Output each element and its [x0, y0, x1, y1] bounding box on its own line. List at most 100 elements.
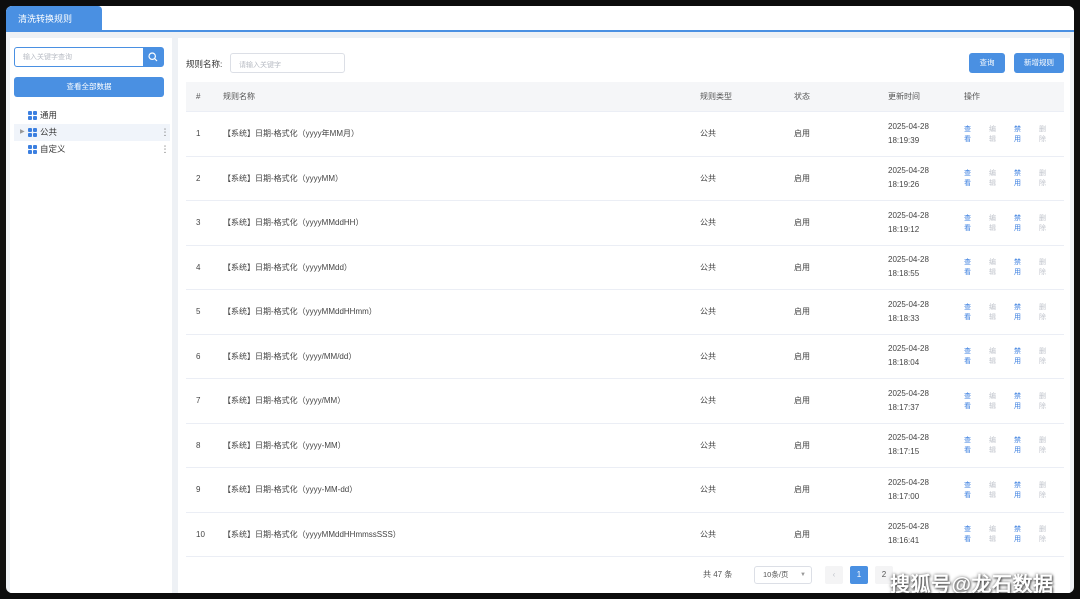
disable-link[interactable]: 禁用	[1014, 480, 1027, 500]
view-link[interactable]: 查看	[964, 302, 977, 322]
rule-name-cell: 【系统】日期-格式化（yyyyMMdd）	[223, 262, 352, 272]
page-button-1[interactable]: 1	[850, 566, 868, 584]
prev-page-button[interactable]: ‹	[825, 566, 843, 584]
update-time-cell: 2025-04-28 18:17:00	[888, 468, 968, 512]
view-link[interactable]: 查看	[964, 257, 977, 277]
disable-link[interactable]: 禁用	[1014, 391, 1027, 411]
status-cell: 启用	[794, 440, 810, 450]
delete-link: 删除	[1039, 392, 1046, 410]
search-icon	[148, 52, 158, 62]
rule-name-cell: 【系统】日期-格式化（yyyyMMddHHmm）	[223, 307, 377, 317]
header-actions: 操作	[964, 92, 980, 101]
page-size-value: 10条/页	[763, 570, 789, 579]
rule-name-cell: 【系统】日期-格式化（yyyyMM）	[223, 173, 343, 183]
update-clock: 18:18:33	[888, 313, 920, 323]
update-clock: 18:17:37	[888, 402, 920, 412]
rule-type-cell: 公共	[700, 396, 716, 406]
disable-link[interactable]: 禁用	[1014, 124, 1027, 144]
disable-link[interactable]: 禁用	[1014, 168, 1027, 188]
header-status: 状态	[794, 92, 810, 101]
chevron-down-icon: ▼	[800, 572, 806, 578]
tab-clean-transform-rules[interactable]: 清洗转换规则	[6, 6, 102, 32]
main-panel: 规则名称: 查询 新增规则 # 规则名称 规则类型 状态 更新时间 操作 1 【系…	[178, 38, 1070, 593]
more-vertical-icon[interactable]: ⋮	[160, 124, 170, 141]
row-index: 1	[196, 129, 201, 139]
update-date: 2025-04-28	[888, 433, 929, 443]
update-time-cell: 2025-04-28 18:19:39	[888, 112, 968, 156]
row-actions: 查看 编辑 禁用 删除	[964, 513, 1064, 557]
grid-icon	[28, 145, 37, 154]
tab-bar: 清洗转换规则	[6, 6, 1074, 32]
rule-type-cell: 公共	[700, 218, 716, 228]
sidebar-search	[14, 47, 164, 67]
view-link[interactable]: 查看	[964, 524, 977, 544]
rule-type-cell: 公共	[700, 529, 716, 539]
table-row: 2 【系统】日期-格式化（yyyyMM） 公共 启用 2025-04-28 18:19:2…	[186, 157, 1064, 201]
caret-right-icon[interactable]: ▶	[20, 124, 25, 141]
more-vertical-icon[interactable]: ⋮	[160, 141, 170, 158]
table-row: 1 【系统】日期-格式化（yyyy年MM月） 公共 启用 2025-04-28 18:19…	[186, 112, 1064, 157]
tree-item[interactable]: 通用	[14, 107, 170, 124]
total-count: 共 47 条	[703, 570, 733, 579]
update-time-cell: 2025-04-28 18:17:37	[888, 379, 968, 423]
table-row: 8 【系统】日期-格式化（yyyy-MM） 公共 启用 2025-04-28 18:17:…	[186, 424, 1064, 468]
delete-link: 删除	[1039, 303, 1046, 321]
update-date: 2025-04-28	[888, 477, 929, 487]
status-cell: 启用	[794, 218, 810, 228]
view-link[interactable]: 查看	[964, 346, 977, 366]
row-actions: 查看 编辑 禁用 删除	[964, 335, 1064, 379]
rule-name-cell: 【系统】日期-格式化（yyyy-MM-dd）	[223, 485, 358, 495]
update-time-cell: 2025-04-28 18:19:26	[888, 157, 968, 201]
row-index: 7	[196, 396, 201, 406]
rule-type-cell: 公共	[700, 307, 716, 317]
header-rule-type: 规则类型	[700, 92, 732, 101]
category-tree: 通用 ▶ 公共 ⋮ 自定义 ⋮	[14, 107, 170, 158]
view-link[interactable]: 查看	[964, 168, 977, 188]
grid-icon	[28, 128, 37, 137]
app-window: 清洗转换规则 查看全部数据 通用 ▶ 公共 ⋮ 自定义 ⋮ 规则名称: 查询 新增规则 #…	[6, 6, 1074, 593]
delete-link: 删除	[1039, 125, 1046, 143]
row-index: 9	[196, 485, 201, 495]
query-button[interactable]: 查询	[969, 53, 1005, 73]
rule-type-cell: 公共	[700, 129, 716, 139]
update-time-cell: 2025-04-28 18:16:41	[888, 513, 968, 557]
row-actions: 查看 编辑 禁用 删除	[964, 112, 1064, 156]
tree-item[interactable]: 自定义 ⋮	[14, 141, 170, 158]
view-all-data-button[interactable]: 查看全部数据	[14, 77, 164, 97]
table-row: 4 【系统】日期-格式化（yyyyMMdd） 公共 启用 2025-04-28 18:18…	[186, 246, 1064, 290]
update-clock: 18:17:15	[888, 447, 920, 457]
disable-link[interactable]: 禁用	[1014, 435, 1027, 455]
add-rule-button[interactable]: 新增规则	[1014, 53, 1064, 73]
disable-link[interactable]: 禁用	[1014, 257, 1027, 277]
view-link[interactable]: 查看	[964, 435, 977, 455]
sidebar-search-input[interactable]	[15, 48, 145, 66]
rule-name-cell: 【系统】日期-格式化（yyyy/MM/dd）	[223, 351, 357, 361]
view-link[interactable]: 查看	[964, 391, 977, 411]
header-update-time: 更新时间	[888, 91, 920, 101]
rule-name-cell: 【系统】日期-格式化（yyyyMMddHH）	[223, 218, 364, 228]
status-cell: 启用	[794, 529, 810, 539]
rule-name-cell: 【系统】日期-格式化（yyyy-MM）	[223, 440, 346, 450]
edit-link: 编辑	[989, 481, 996, 499]
rule-name-input[interactable]	[231, 56, 344, 75]
search-button[interactable]	[143, 48, 163, 66]
disable-link[interactable]: 禁用	[1014, 524, 1027, 544]
header-index: #	[196, 92, 201, 101]
tree-item-label: 自定义	[40, 144, 66, 154]
disable-link[interactable]: 禁用	[1014, 213, 1027, 233]
view-link[interactable]: 查看	[964, 213, 977, 233]
update-clock: 18:18:04	[888, 358, 920, 368]
tree-item[interactable]: ▶ 公共 ⋮	[14, 124, 170, 141]
view-link[interactable]: 查看	[964, 480, 977, 500]
page-size-select[interactable]: 10条/页 ▼	[754, 566, 812, 584]
update-time-cell: 2025-04-28 18:19:12	[888, 201, 968, 245]
disable-link[interactable]: 禁用	[1014, 346, 1027, 366]
table-row: 7 【系统】日期-格式化（yyyy/MM） 公共 启用 2025-04-28 18:17:…	[186, 379, 1064, 424]
delete-link: 删除	[1039, 170, 1046, 188]
edit-link: 编辑	[989, 437, 996, 455]
status-cell: 启用	[794, 307, 810, 317]
edit-link: 编辑	[989, 348, 996, 366]
update-time-cell: 2025-04-28 18:18:33	[888, 290, 968, 334]
disable-link[interactable]: 禁用	[1014, 302, 1027, 322]
view-link[interactable]: 查看	[964, 124, 977, 144]
